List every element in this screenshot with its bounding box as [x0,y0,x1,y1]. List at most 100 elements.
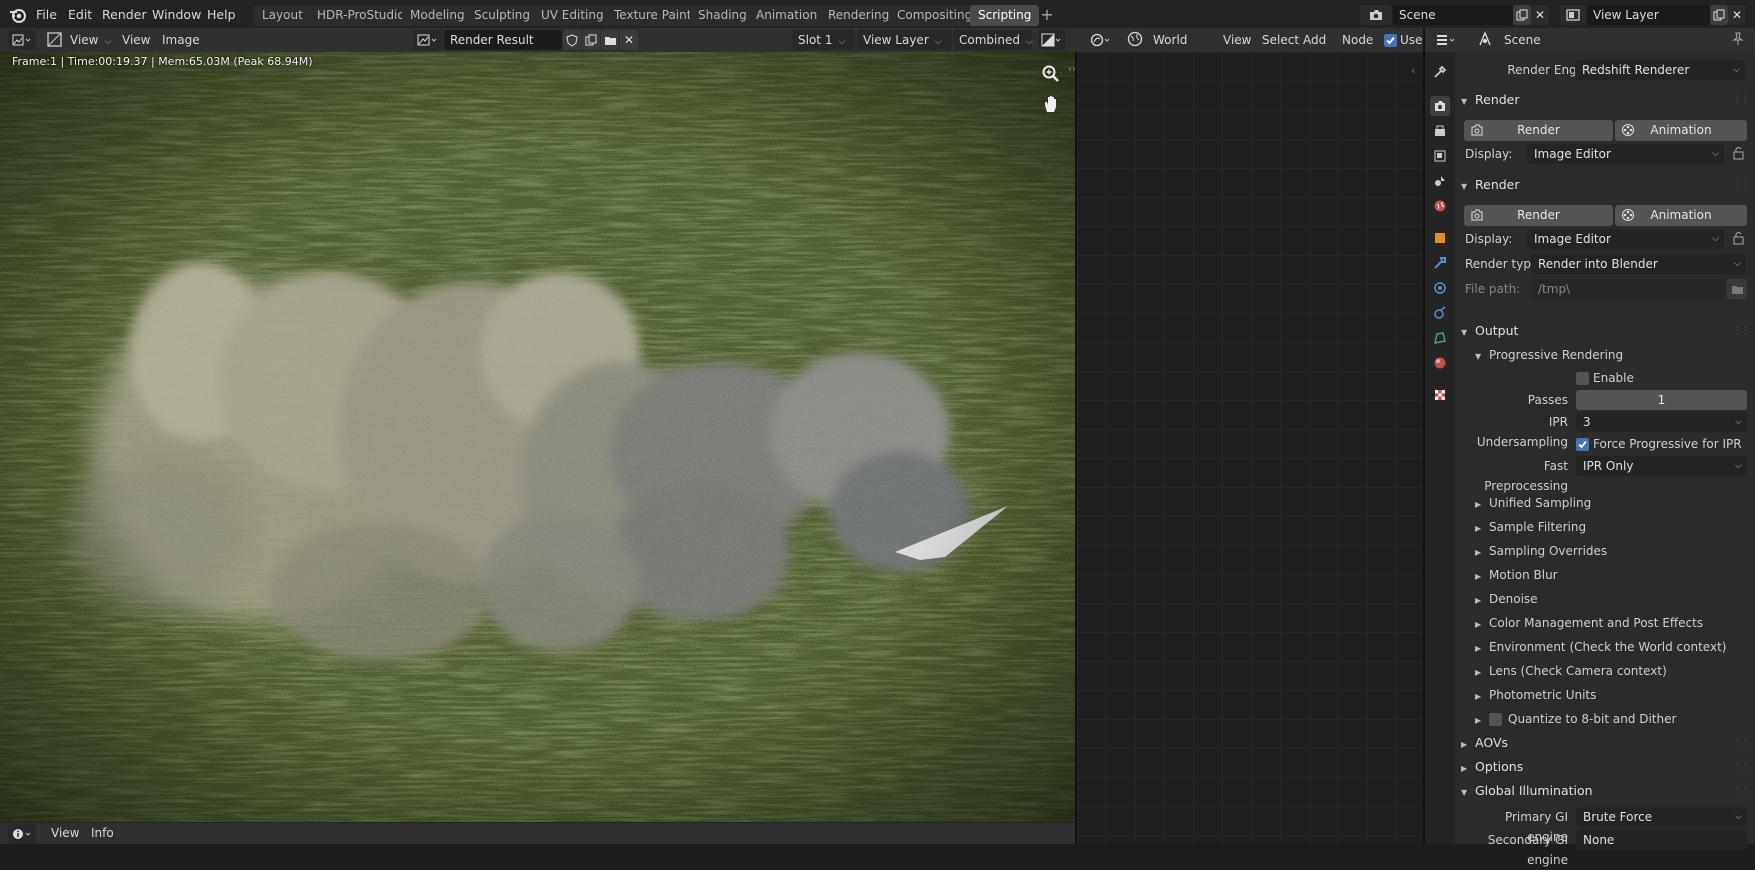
subpanel-lens[interactable]: ▶ Lens (Check Camera context) [1475,661,1667,681]
subpanel-color-management[interactable]: ▶ Color Management and Post Effects [1475,613,1703,633]
viewlayer-copy-icon[interactable] [1710,5,1728,25]
view-mode-icon[interactable] [46,31,64,49]
fake-user-shield-icon[interactable] [563,30,581,50]
subpanel-motion-blur[interactable]: ▶ Motion Blur [1475,565,1558,585]
file-path-input[interactable]: /tmp\ [1531,279,1725,299]
properties-editor-type-icon[interactable] [1433,30,1461,50]
tab-layout[interactable]: Layout [254,5,311,26]
progressive-rendering-subpanel[interactable]: ▼ Progressive Rendering [1475,345,1623,365]
lock-icon-2[interactable] [1732,231,1748,247]
tool-tab-icon[interactable] [1430,62,1450,82]
blender-logo-icon[interactable] [9,6,27,24]
node-menu-select[interactable]: Select [1257,30,1304,50]
scene-copy-icon[interactable] [1513,5,1531,25]
menu-window[interactable]: Window [146,4,207,26]
node-menu-node[interactable]: Node [1337,30,1378,50]
add-workspace-icon[interactable]: + [1038,6,1056,24]
material-tab-icon[interactable] [1430,353,1450,373]
pin-icon[interactable] [1731,32,1747,48]
subpanel-photometric-units[interactable]: ▶ Photometric Units [1475,685,1596,705]
info-menu-info[interactable]: Info [86,823,119,843]
subpanel-environment[interactable]: ▶ Environment (Check the World context) [1475,637,1726,657]
zoom-icon[interactable] [1041,64,1061,84]
info-editor-type-icon[interactable] [8,824,36,844]
world-tab-icon[interactable] [1430,196,1450,216]
menu-help[interactable]: Help [201,4,242,26]
force-progressive-checkbox[interactable] [1576,437,1589,451]
info-menu-view[interactable]: View [46,823,84,843]
tab-shading[interactable]: Shading [690,5,755,26]
enable-checkbox[interactable] [1576,371,1589,385]
subpanel-sample-filtering[interactable]: ▶ Sample Filtering [1475,517,1586,537]
tab-rendering[interactable]: Rendering [820,5,898,26]
viewlayer-browse-icon[interactable] [1560,5,1586,25]
menu-image[interactable]: Image [157,30,205,50]
physics-tab-icon[interactable] [1430,303,1450,323]
gi-panel-header[interactable]: ▼ Global Illumination ⋮⋮ [1461,780,1751,802]
secondary-gi-dropdown[interactable]: None [1576,830,1747,850]
display-dropdown-1[interactable]: Image Editor ⌵ [1527,144,1724,164]
animation-button-1[interactable]: Animation [1615,120,1747,141]
menu-file[interactable]: File [30,4,63,26]
tab-scripting[interactable]: Scripting [970,5,1040,26]
tab-compositing[interactable]: Compositing [889,5,981,26]
menu-render[interactable]: Render [96,4,153,26]
render-tab-icon[interactable] [1430,96,1450,116]
modifier-tab-icon[interactable] [1430,253,1450,273]
subpanel-sampling-overrides[interactable]: ▶ Sampling Overrides [1475,541,1607,561]
render-button-2[interactable]: Render [1464,205,1613,226]
pan-hand-icon[interactable] [1041,94,1061,114]
render-panel-1-header[interactable]: ▼ Render ⋮⋮ [1461,89,1751,111]
tab-modeling[interactable]: Modeling [402,5,473,26]
node-editor-type-icon[interactable] [1087,30,1115,50]
tab-animation[interactable]: Animation [748,5,826,26]
viewlayer-close-icon[interactable]: ✕ [1728,5,1746,25]
lock-icon-1[interactable] [1732,146,1748,162]
aovs-panel-header[interactable]: ▶ AOVs ⋮⋮ [1461,732,1751,754]
texture-tab-icon[interactable] [1430,385,1450,405]
render-type-dropdown[interactable]: Render into Blender ⌵ [1531,254,1746,274]
output-panel-header[interactable]: ▼ Output ⋮⋮ [1461,320,1751,342]
menu-edit[interactable]: Edit [62,4,98,26]
slot-dropdown[interactable]: Slot 1 ⌵ [792,30,855,50]
display-dropdown-2[interactable]: Image Editor ⌵ [1527,229,1724,249]
object-tab-icon[interactable] [1430,228,1450,248]
primary-gi-dropdown[interactable]: Brute Force ⌵ [1576,807,1747,827]
render-result-canvas[interactable] [0,52,1075,822]
output-tab-icon[interactable] [1430,121,1450,141]
open-folder-icon[interactable] [601,30,619,50]
ipr-undersampling-dropdown[interactable]: 3 ⌵ [1576,412,1747,432]
world-icon[interactable] [1127,31,1145,49]
passes-field[interactable]: 1 [1576,390,1747,410]
image-name-field[interactable]: Render Result [444,30,562,50]
scene-tab-icon[interactable] [1430,171,1450,191]
subpanel-unified-sampling[interactable]: ▶ Unified Sampling [1475,493,1591,513]
render-button-1[interactable]: Render [1464,120,1613,141]
view-mode-dropdown[interactable]: View ⌵ [65,30,116,50]
object-data-tab-icon[interactable] [1430,328,1450,348]
display-channels-icon[interactable] [1038,30,1066,50]
scene-close-icon[interactable]: ✕ [1531,5,1549,25]
new-image-icon[interactable] [582,30,600,50]
quantize-checkbox[interactable] [1489,713,1502,726]
fast-preprocessing-dropdown[interactable]: IPR Only ⌵ [1576,456,1747,476]
scene-name-field[interactable]: Scene [1393,5,1513,25]
editor-type-icon[interactable] [8,30,36,50]
options-panel-header[interactable]: ▶ Options ⋮⋮ [1461,756,1751,778]
view-layer-tab-icon[interactable] [1430,146,1450,166]
particles-tab-icon[interactable] [1430,278,1450,298]
render-panel-2-header[interactable]: ▼ Render ⋮⋮ [1461,174,1751,196]
node-menu-view[interactable]: View [1218,30,1256,50]
image-browse-icon[interactable] [413,30,443,50]
subpanel-quantize[interactable]: ▶ Quantize to 8-bit and Dither [1475,709,1676,729]
properties-panel[interactable]: Render Engine Redshift Renderer ⌵ ▼ Render… [1455,52,1755,867]
render-pass-dropdown[interactable]: Combined ⌵ [953,30,1033,50]
unlink-image-icon[interactable]: ✕ [620,30,638,50]
node-menu-add[interactable]: Add [1298,30,1331,50]
tab-texture-paint[interactable]: Texture Paint [606,5,700,26]
menu-view[interactable]: View [117,30,155,50]
tab-hdr-prostudio[interactable]: HDR-ProStudio [309,5,413,26]
tab-uv-editing[interactable]: UV Editing [533,5,612,26]
subpanel-denoise[interactable]: ▶ Denoise [1475,589,1538,609]
tab-sculpting[interactable]: Sculpting [466,5,539,26]
